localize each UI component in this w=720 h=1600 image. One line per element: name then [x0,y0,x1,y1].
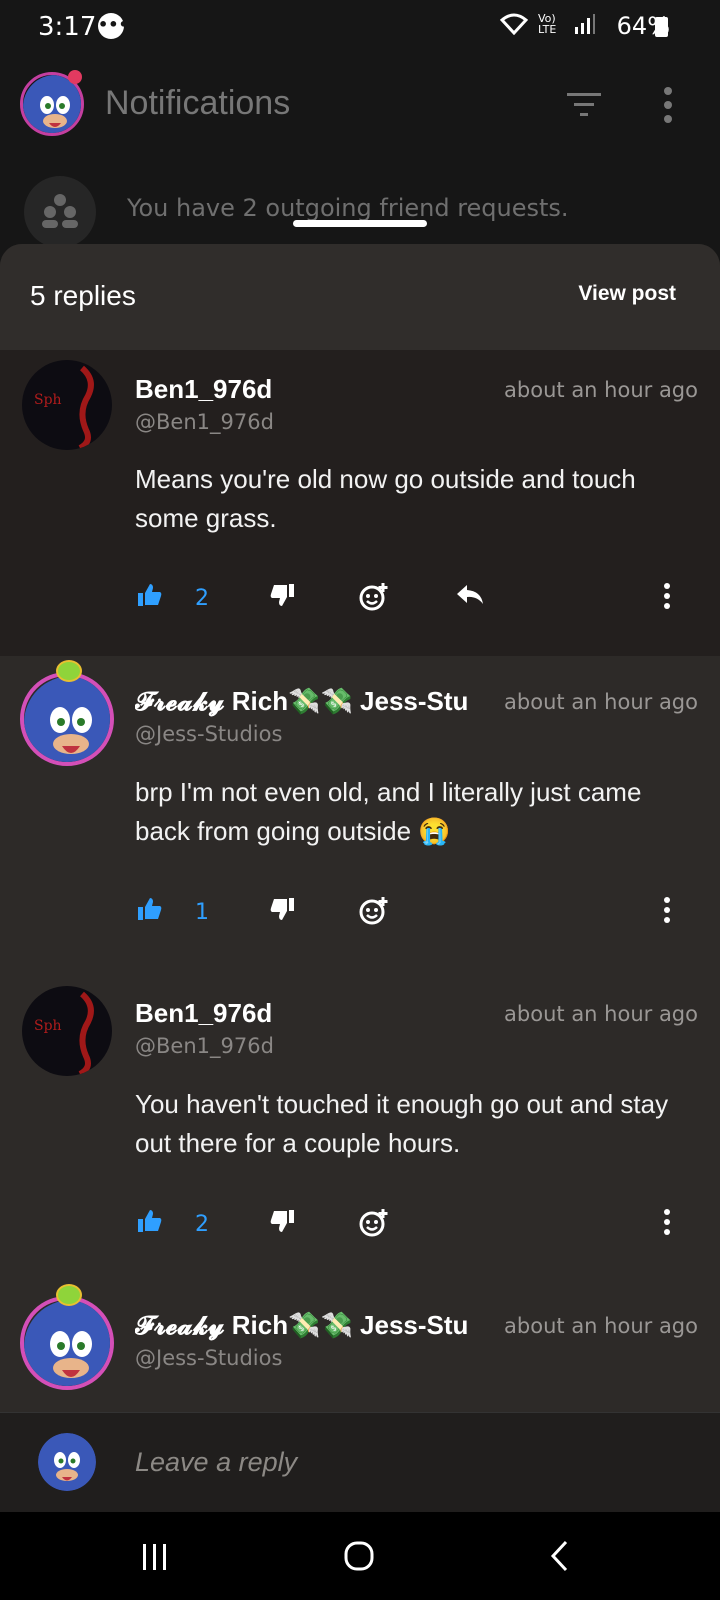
wifi-icon [500,13,528,35]
sheet-header: 5 replies View post [0,244,720,350]
like-count: 2 [195,1212,209,1237]
more-options-icon[interactable] [660,86,676,124]
replies-sheet: 5 replies View post Sph Ben1_976d @Ben1_… [0,244,720,1514]
add-reaction-icon[interactable] [359,1208,389,1238]
add-reaction-icon[interactable] [359,582,389,612]
notification-dot [68,70,82,84]
current-user-avatar [38,1433,96,1491]
network-label: Vo) LTE [538,12,557,36]
reply-input-bar[interactable]: Leave a reply [0,1412,720,1513]
system-nav-bar [0,1512,720,1600]
reply-item: 𝓕𝓻𝓮𝓪𝓴𝔂 Rich💸💸 Jess-Stu @Jess-Studios abo… [0,1280,720,1412]
reply-item: Sph Ben1_976d @Ben1_976d about an hour a… [0,968,720,1280]
reply-author-name[interactable]: 𝓕𝓻𝓮𝓪𝓴𝔂 Rich💸💸 Jess-Stu [135,1310,475,1342]
reply-text: You haven't touched it enough go out and… [135,1089,669,1158]
chat-notification-icon: ••• [98,13,129,39]
back-icon[interactable] [548,1540,572,1572]
friends-icon [24,176,96,248]
reply-author-handle: @Jess-Studios [135,722,283,746]
reply-actions: 2 [135,582,705,618]
avatar-badge-icon [56,660,82,682]
like-count: 1 [195,900,209,925]
reply-author-handle: @Ben1_976d [135,1034,274,1058]
reply-author-name[interactable]: Ben1_976d [135,998,475,1029]
reply-text: Means you're old now go outside and touc… [135,464,636,533]
notifications-header: Notifications [0,60,720,150]
svg-text:Sph: Sph [34,392,62,408]
dislike-icon[interactable] [269,1208,295,1234]
like-icon[interactable] [137,896,163,922]
dislike-icon[interactable] [269,582,295,608]
filter-icon[interactable] [566,89,602,119]
view-post-button[interactable]: View post [578,282,676,306]
recent-apps-icon[interactable] [140,1542,170,1572]
svg-text:Sph: Sph [34,1018,62,1034]
like-icon[interactable] [137,582,163,608]
battery-icon [655,17,668,37]
reply-item: Sph Ben1_976d @Ben1_976d about an hour a… [0,350,720,656]
reply-icon[interactable] [455,582,485,608]
signal-icon [575,14,595,34]
reply-actions: 2 [135,1208,705,1244]
avatar-badge-icon [56,1284,82,1306]
user-avatar[interactable] [20,1296,114,1390]
add-reaction-icon[interactable] [359,896,389,926]
replies-count: 5 replies [30,280,136,311]
user-avatar[interactable]: Sph [22,360,112,450]
reply-timestamp: about an hour ago [504,1002,698,1026]
status-bar: 3:17 ••• Vo) LTE 64% [0,0,720,56]
dislike-icon[interactable] [269,896,295,922]
reply-author-name[interactable]: 𝓕𝓻𝓮𝓪𝓴𝔂 Rich💸💸 Jess-Stu [135,686,475,718]
reply-item: 𝓕𝓻𝓮𝓪𝓴𝔂 Rich💸💸 Jess-Stu @Jess-Studios abo… [0,656,720,968]
more-icon[interactable] [662,896,672,924]
like-count: 2 [195,586,209,611]
reply-author-handle: @Ben1_976d [135,410,274,434]
friend-requests-row[interactable]: You have 2 outgoing friend requests. [0,168,720,248]
reply-author-handle: @Jess-Studios [135,1346,283,1370]
reply-text: brp I'm not even old, and I literally ju… [135,777,642,846]
reply-timestamp: about an hour ago [504,1314,698,1338]
reply-timestamp: about an hour ago [504,378,698,402]
friend-requests-text: You have 2 outgoing friend requests. [127,194,569,222]
status-time: 3:17 [38,12,97,42]
reply-author-name[interactable]: Ben1_976d [135,374,475,405]
sheet-drag-handle[interactable] [293,220,427,227]
reply-actions: 1 [135,896,705,932]
page-title: Notifications [105,84,291,122]
user-avatar[interactable]: Sph [22,986,112,1076]
reply-input-placeholder[interactable]: Leave a reply [135,1447,297,1478]
user-avatar[interactable] [20,672,114,766]
more-icon[interactable] [662,1208,672,1236]
more-icon[interactable] [662,582,672,610]
home-icon[interactable] [343,1540,375,1572]
status-icons: Vo) LTE [500,13,596,35]
like-icon[interactable] [137,1208,163,1234]
reply-timestamp: about an hour ago [504,690,698,714]
